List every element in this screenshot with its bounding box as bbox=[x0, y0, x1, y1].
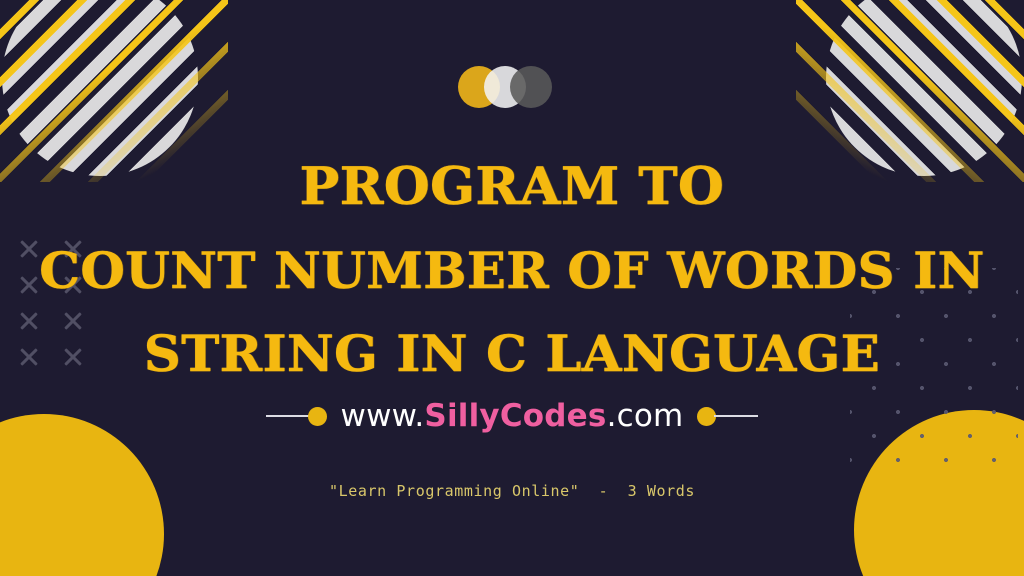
page-title-line-1: Program to bbox=[299, 157, 725, 218]
website-url-row: www.SillyCodes.com bbox=[0, 398, 1024, 434]
divider-line bbox=[714, 415, 759, 417]
url-brand: SillyCodes bbox=[424, 398, 607, 434]
example-tagline: "Learn Programming Online" - 3 Words bbox=[329, 482, 695, 500]
page-title-line-2: Count Number of Words in bbox=[39, 241, 985, 301]
poster-canvas: Program to Count Number of Words in Stri… bbox=[0, 0, 1024, 576]
page-title: Program to Count Number of Words in Stri… bbox=[0, 146, 1024, 395]
url-prefix: www. bbox=[340, 398, 425, 434]
url-suffix: .com bbox=[606, 398, 684, 434]
url-flank-right bbox=[697, 406, 759, 426]
logo-circle-gray-icon bbox=[510, 66, 552, 108]
divider-line bbox=[265, 415, 310, 417]
sillycodes-logo bbox=[458, 66, 566, 108]
page-title-line-3: String in C Language bbox=[143, 324, 881, 384]
website-url[interactable]: www.SillyCodes.com bbox=[341, 398, 684, 434]
url-flank-left bbox=[265, 406, 327, 426]
bullet-dot-icon bbox=[307, 406, 327, 426]
